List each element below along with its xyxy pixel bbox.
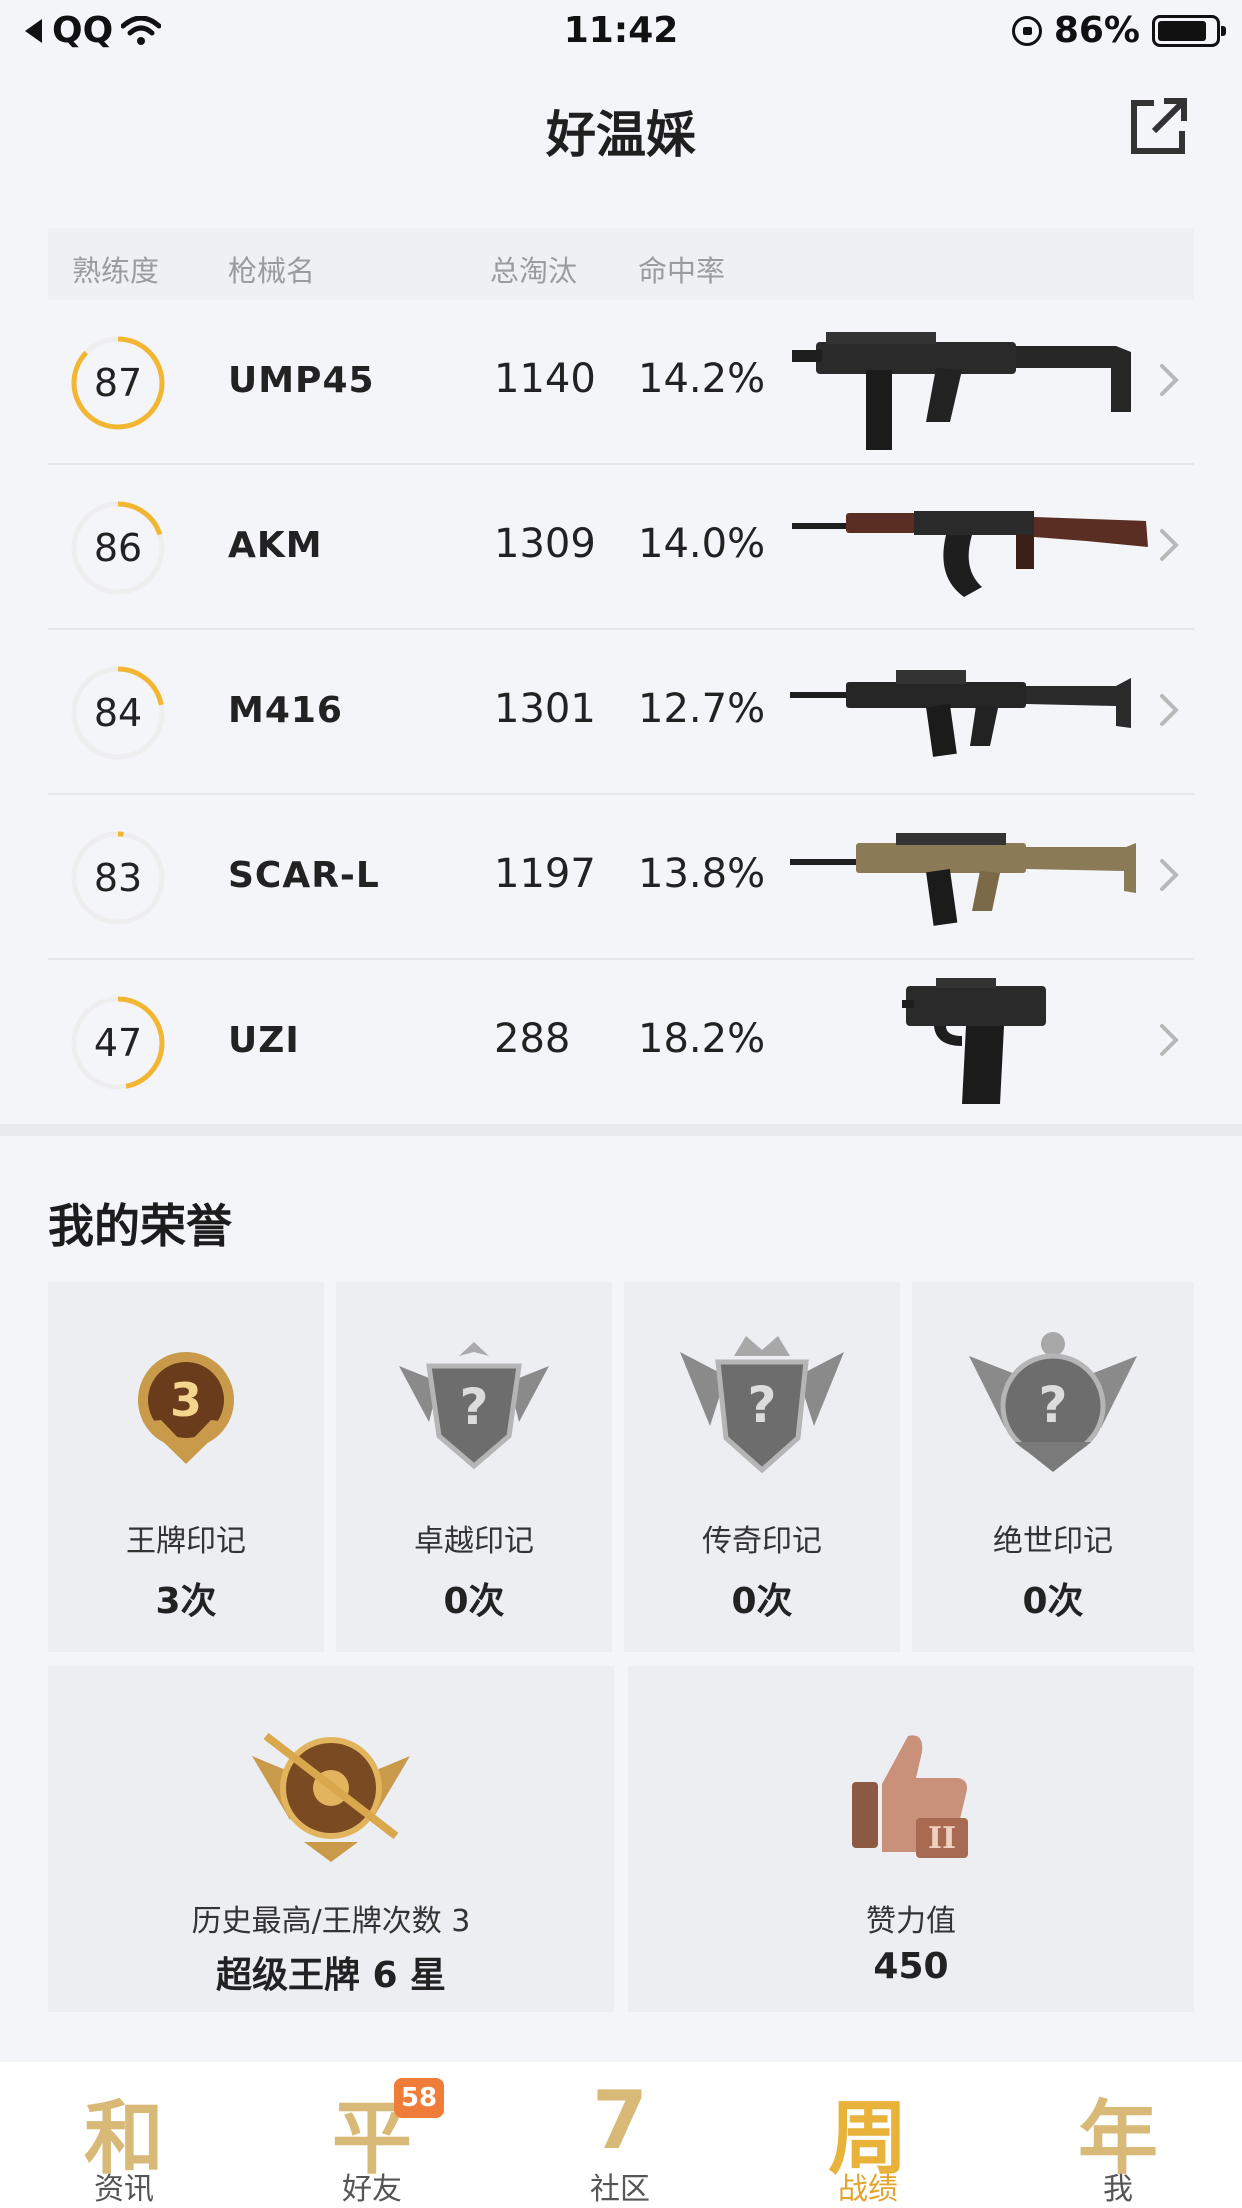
nav-tab-stats[interactable]: 周 战绩 [744, 2062, 992, 2208]
nav-label: 资讯 [94, 2172, 154, 2207]
mark-label: 卓越印记 [414, 1524, 534, 1559]
m416-icon [790, 670, 1131, 757]
excellence-mark-badge-icon: ? [399, 1342, 549, 1470]
chevron-right-icon [1160, 364, 1179, 396]
proficiency-value: 86 [93, 526, 143, 570]
ump45-icon [792, 332, 1131, 450]
chevron-right-icon [1160, 859, 1179, 891]
highest-rank-value: 超级王牌 6 星 [215, 1955, 447, 1996]
mark-count: 0次 [443, 1581, 505, 1622]
honors-title: 我的荣誉 [48, 1199, 232, 1253]
orientation-lock-icon [1011, 15, 1042, 46]
nav-tab-community[interactable]: 7 社区 [496, 2062, 744, 2208]
proficiency-ring: 83 [70, 830, 166, 926]
col-hit-rate: 命中率 [638, 254, 726, 288]
weapon-row-m416[interactable]: 84 M416 1301 12.7% [48, 630, 1194, 795]
nav-tab-me[interactable]: 年 我 [994, 2062, 1242, 2208]
mark-count: 0次 [1022, 1581, 1084, 1622]
chevron-right-icon [1160, 529, 1179, 561]
weapon-kills: 1309 [494, 521, 596, 567]
weapon-hit-rate: 12.7% [638, 686, 766, 732]
weapon-hit-rate: 14.0% [638, 521, 766, 567]
svg-text:?: ? [459, 1378, 488, 1436]
weapon-name: UZI [228, 1020, 300, 1061]
likes-card[interactable]: II 赞力值 450 [628, 1666, 1194, 2012]
ace-rank-emblem-icon [252, 1732, 410, 1862]
weapon-kills: 288 [494, 1016, 571, 1062]
chevron-right-icon [1160, 1024, 1179, 1056]
excellence-mark-card[interactable]: ? 卓越印记 0次 [336, 1282, 612, 1652]
weapon-hit-rate: 18.2% [638, 1016, 766, 1062]
highest-rank-card[interactable]: 历史最高/王牌次数 3 超级王牌 6 星 [48, 1666, 614, 2012]
bottom-nav: 和 资讯 平 58 好友 7 社区 周 战绩 年 我 [0, 2062, 1242, 2208]
proficiency-value: 83 [93, 856, 143, 900]
weapon-table-header: 熟练度 枪械名 总淘汰 命中率 [48, 228, 1194, 300]
section-divider [0, 1124, 1242, 1136]
proficiency-ring: 86 [70, 500, 166, 596]
uzi-icon [902, 978, 1046, 1104]
weapon-row-scar-l[interactable]: 83 SCAR-L 1197 13.8% [48, 795, 1194, 960]
legend-mark-card[interactable]: ? 传奇印记 0次 [624, 1282, 900, 1652]
peerless-mark-badge-icon: ? [969, 1332, 1137, 1472]
nav-label: 社区 [590, 2172, 650, 2207]
weapon-hit-rate: 13.8% [638, 851, 766, 897]
friends-notification-badge: 58 [394, 2078, 444, 2118]
weapon-row-ump45[interactable]: 87 UMP45 1140 14.2% [48, 300, 1194, 465]
weapon-name: M416 [228, 690, 343, 731]
col-proficiency: 熟练度 [72, 254, 160, 288]
mark-count: 0次 [731, 1581, 793, 1622]
share-icon[interactable] [1126, 95, 1190, 159]
nav-label: 我 [1103, 2172, 1133, 2207]
nav-tab-friends[interactable]: 平 58 好友 [248, 2062, 496, 2208]
weapon-row-uzi[interactable]: 47 UZI 288 18.2% [48, 960, 1194, 1125]
weapon-kills: 1301 [494, 686, 596, 732]
scar-l-icon [790, 833, 1136, 926]
svg-text:3: 3 [170, 1373, 202, 1427]
weapon-kills: 1197 [494, 851, 596, 897]
mark-count: 3次 [155, 1581, 217, 1622]
akm-icon [792, 511, 1148, 597]
likes-label: 赞力值 [866, 1904, 956, 1939]
nav-tab-news[interactable]: 和 资讯 [0, 2062, 248, 2208]
ace-mark-badge-icon: 3 [138, 1352, 234, 1464]
mark-label: 绝世印记 [993, 1524, 1113, 1559]
ace-mark-card[interactable]: 3 王牌印记 3次 [48, 1282, 324, 1652]
proficiency-value: 87 [93, 361, 143, 405]
weapon-kills: 1140 [494, 356, 596, 402]
likes-value: 450 [873, 1946, 949, 1987]
svg-text:?: ? [747, 1376, 776, 1434]
page-title: 好温婇 [546, 106, 696, 164]
peerless-mark-card[interactable]: ? 绝世印记 0次 [912, 1282, 1194, 1652]
svg-text:II: II [928, 1821, 956, 1856]
col-total-kills: 总淘汰 [490, 254, 578, 288]
weapon-hit-rate: 14.2% [638, 356, 766, 402]
highest-rank-label: 历史最高/王牌次数 3 [191, 1904, 471, 1939]
nav-label: 好友 [342, 2172, 402, 2207]
weapon-row-akm[interactable]: 86 AKM 1309 14.0% [48, 465, 1194, 630]
proficiency-ring: 84 [70, 665, 166, 761]
nav-label: 战绩 [838, 2172, 898, 2207]
svg-text:?: ? [1038, 1376, 1067, 1434]
weapon-name: SCAR-L [228, 855, 380, 896]
nav-community-icon: 7 [592, 2074, 648, 2167]
proficiency-ring: 47 [70, 995, 166, 1091]
proficiency-ring: 87 [70, 335, 166, 431]
battery-icon [1152, 14, 1226, 47]
proficiency-value: 47 [93, 1021, 143, 1065]
chevron-right-icon [1160, 694, 1179, 726]
mark-label: 传奇印记 [702, 1524, 822, 1559]
weapon-name: AKM [228, 525, 323, 566]
thumbs-up-icon: II [852, 1735, 968, 1858]
mark-label: 王牌印记 [126, 1524, 246, 1559]
battery-percent: 86% [1053, 10, 1140, 51]
app-root: QQ 11:42 86% 好温婇 熟练度 枪械名 总淘汰 命中率 87 UMP4… [0, 0, 1242, 2208]
proficiency-value: 84 [93, 691, 143, 735]
weapon-name: UMP45 [228, 360, 375, 401]
status-bar: QQ 11:42 86% [0, 0, 1242, 64]
col-weapon-name: 枪械名 [228, 254, 316, 288]
legend-mark-badge-icon: ? [680, 1336, 844, 1474]
